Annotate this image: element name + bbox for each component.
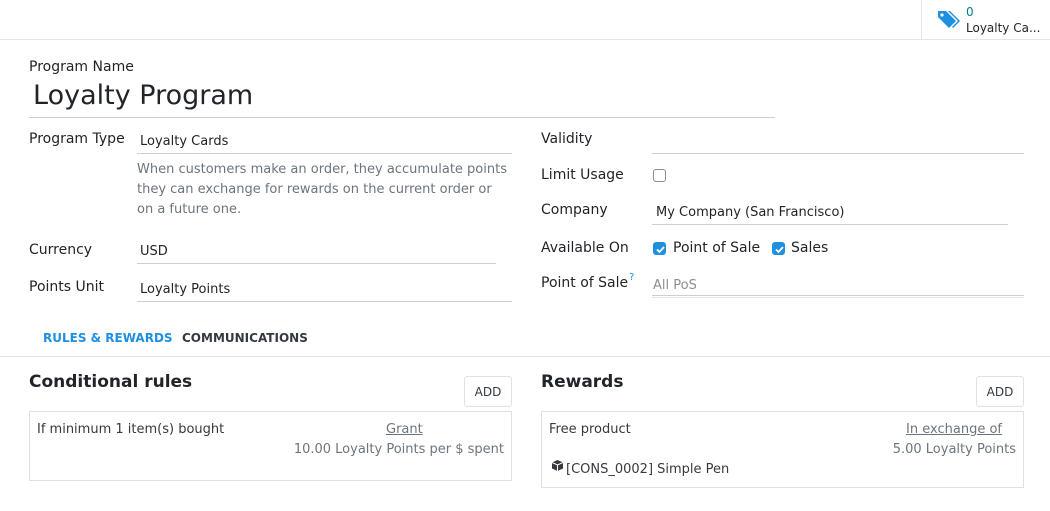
validity-label: Validity: [541, 131, 593, 147]
points-unit-underline: [137, 301, 512, 302]
program-type-select[interactable]: Loyalty Cards: [140, 134, 228, 149]
company-label: Company: [541, 202, 608, 218]
company-underline: [652, 224, 1008, 225]
available-on-label: Available On: [541, 240, 629, 256]
sales-option-label: Sales: [791, 240, 829, 256]
rule-points: 10.00 Loyalty Points per $ spent: [293, 442, 504, 457]
reward-points: 5.00 Loyalty Points: [892, 442, 1016, 457]
tab-communications[interactable]: COMMUNICATIONS: [182, 331, 308, 345]
notebook-tabs: RULES & REWARDS COMMUNICATIONS: [0, 321, 1050, 357]
smart-button-label: Loyalty Ca...: [966, 21, 1041, 35]
program-type-description: When customers make an order, they accum…: [137, 162, 507, 217]
help-tooltip-icon[interactable]: ?: [629, 272, 634, 283]
validity-underline: [652, 153, 1024, 154]
point-of-sale-underline-secondary: [652, 297, 1024, 298]
point-of-sale-option-label: Point of Sale: [673, 240, 761, 256]
conditional-rules-title: Conditional rules: [29, 372, 193, 392]
rule-card[interactable]: If minimum 1 item(s) bought Grant 10.00 …: [29, 411, 512, 481]
add-rule-button[interactable]: ADD: [464, 376, 512, 407]
loyalty-cards-smart-button[interactable]: 0 Loyalty Ca...: [921, 0, 1050, 40]
program-name-label: Program Name: [29, 59, 134, 75]
currency-label: Currency: [29, 242, 93, 258]
rewards-title: Rewards: [541, 372, 624, 392]
limit-usage-label: Limit Usage: [541, 167, 624, 183]
program-type-label: Program Type: [29, 131, 125, 147]
program-name-input[interactable]: Loyalty Program: [33, 80, 253, 111]
point-of-sale-underline: [652, 295, 1024, 296]
points-unit-input[interactable]: Loyalty Points: [140, 282, 230, 297]
control-panel: 0 Loyalty Ca...: [0, 0, 1050, 40]
reward-product: [CONS_0002] Simple Pen: [566, 462, 730, 477]
reward-exchange-link: In exchange of: [906, 422, 1002, 437]
rule-condition: If minimum 1 item(s) bought: [37, 422, 225, 437]
currency-select[interactable]: USD: [140, 244, 168, 259]
limit-usage-checkbox[interactable]: [653, 169, 666, 182]
program-type-underline: [137, 153, 512, 154]
point-of-sale-input[interactable]: All PoS: [653, 278, 697, 293]
company-select[interactable]: My Company (San Francisco): [656, 205, 844, 220]
sales-checkbox[interactable]: [772, 242, 785, 255]
rule-grant-link: Grant: [386, 422, 423, 437]
currency-underline: [137, 263, 496, 264]
program-name-underline: [29, 117, 775, 118]
reward-card[interactable]: Free product In exchange of 5.00 Loyalty…: [541, 411, 1024, 488]
point-of-sale-label: Point of Sale: [541, 275, 629, 291]
check-icon: [775, 246, 784, 254]
tab-rules-rewards[interactable]: RULES & REWARDS: [43, 331, 173, 345]
cube-icon: [551, 460, 564, 471]
add-reward-button[interactable]: ADD: [976, 376, 1024, 407]
tags-icon: [938, 11, 960, 28]
points-unit-label: Points Unit: [29, 279, 105, 295]
reward-type: Free product: [549, 422, 631, 437]
point-of-sale-checkbox[interactable]: [653, 242, 666, 255]
check-icon: [656, 246, 665, 254]
smart-button-count: 0: [966, 5, 974, 19]
